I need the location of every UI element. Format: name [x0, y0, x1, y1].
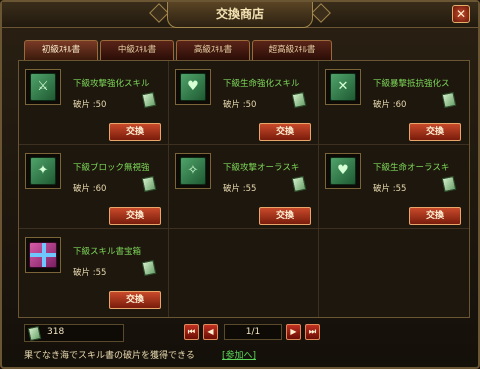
page-indicator: 1/1	[224, 324, 282, 340]
item-icon-frame[interactable]: ♥	[175, 69, 211, 105]
heart-book-icon: ♥	[180, 73, 206, 101]
item-card: ✕ 下級暴撃抵抗強化ス 破片 :60 交換	[319, 61, 469, 145]
item-name: 下級スキル書宝箱	[73, 247, 142, 257]
hint-text: 果てなき海でスキル書の破片を獲得できる	[24, 351, 195, 361]
exchange-button[interactable]: 交換	[409, 207, 461, 225]
exchange-button[interactable]: 交換	[109, 123, 161, 141]
empty-slot	[319, 229, 469, 317]
item-name: 下級ブロック無視強	[73, 163, 150, 173]
item-grid: ⚔ 下級攻撃強化スキル 破片 :50 交換 ♥ 下級生命強化スキル 破片 :50…	[18, 60, 470, 318]
tab-super-advanced[interactable]: 超高級ｽｷﾙ書	[252, 40, 332, 60]
item-name: 下級攻撃強化スキル	[73, 79, 150, 89]
exchange-button[interactable]: 交換	[109, 207, 161, 225]
item-card: ♥ 下級生命オーラスキ 破片 :55 交換	[319, 145, 469, 229]
fragment-cost: 破片 :55	[373, 184, 407, 194]
item-card: ⚔ 下級攻撃強化スキル 破片 :50 交換	[19, 61, 169, 145]
ornament-left-icon	[149, 3, 169, 23]
item-card: ✧ 下級攻撃オーラスキ 破片 :55 交換	[169, 145, 319, 229]
empty-slot	[169, 229, 319, 317]
fragment-cost: 破片 :50	[73, 100, 107, 110]
item-name: 下級生命強化スキル	[223, 79, 300, 89]
title-bar: 交換商店 ✕	[2, 2, 478, 28]
fragment-icon	[141, 175, 157, 193]
ornament-right-icon	[311, 3, 331, 23]
join-link[interactable]: [参加へ]	[222, 348, 256, 361]
item-name: 下級生命オーラスキ	[373, 163, 450, 173]
fragment-icon	[141, 259, 157, 277]
bottom-bar: 318 ⏮ ◀ 1/1 ▶ ⏭	[18, 322, 470, 344]
aura-sword-book-icon: ✧	[180, 157, 206, 185]
item-icon-frame[interactable]: ✧	[175, 153, 211, 189]
fragment-total: 318	[24, 324, 124, 342]
prev-page-button[interactable]: ◀	[203, 324, 218, 340]
fragment-icon	[291, 91, 307, 109]
fragment-cost: 破片 :60	[73, 184, 107, 194]
fragment-cost: 破片 :50	[223, 100, 257, 110]
exchange-button[interactable]: 交換	[109, 291, 161, 309]
exchange-button[interactable]: 交換	[409, 123, 461, 141]
item-icon-frame[interactable]: ⚔	[25, 69, 61, 105]
close-button[interactable]: ✕	[452, 5, 470, 23]
cross-book-icon: ✕	[330, 73, 356, 101]
fragment-icon	[27, 325, 42, 342]
first-page-button[interactable]: ⏮	[184, 324, 199, 340]
item-icon-frame[interactable]: ✕	[325, 69, 361, 105]
fragment-icon	[441, 175, 457, 193]
aura-heart-book-icon: ♥	[330, 157, 356, 185]
fragment-cost: 破片 :55	[73, 268, 107, 278]
item-icon-frame[interactable]: ♥	[325, 153, 361, 189]
item-name: 下級攻撃オーラスキ	[223, 163, 300, 173]
fragment-icon	[291, 175, 307, 193]
next-page-button[interactable]: ▶	[286, 324, 301, 340]
sword-book-icon: ⚔	[30, 73, 56, 101]
fragment-cost: 破片 :60	[373, 100, 407, 110]
tab-beginner[interactable]: 初級ｽｷﾙ書	[24, 40, 98, 60]
item-icon-frame[interactable]: ✦	[25, 153, 61, 189]
fragment-icon	[441, 91, 457, 109]
treasure-box-icon	[29, 242, 57, 268]
window-title: 交換商店	[167, 2, 313, 28]
shield-book-icon: ✦	[30, 157, 56, 185]
item-icon-frame[interactable]	[25, 237, 61, 273]
fragment-cost: 破片 :55	[223, 184, 257, 194]
tab-advanced[interactable]: 高級ｽｷﾙ書	[176, 40, 250, 60]
fragment-total-value: 318	[47, 327, 65, 337]
item-card: ✦ 下級ブロック無視強 破片 :60 交換	[19, 145, 169, 229]
item-card: ♥ 下級生命強化スキル 破片 :50 交換	[169, 61, 319, 145]
tab-intermediate[interactable]: 中級ｽｷﾙ書	[100, 40, 174, 60]
item-card: 下級スキル書宝箱 破片 :55 交換	[19, 229, 169, 317]
exchange-button[interactable]: 交換	[259, 123, 311, 141]
last-page-button[interactable]: ⏭	[305, 324, 320, 340]
item-name: 下級暴撃抵抗強化ス	[373, 79, 450, 89]
exchange-shop-window: 交換商店 ✕ 初級ｽｷﾙ書 中級ｽｷﾙ書 高級ｽｷﾙ書 超高級ｽｷﾙ書 ⚔ 下級…	[0, 0, 480, 369]
exchange-button[interactable]: 交換	[259, 207, 311, 225]
fragment-icon	[141, 91, 157, 109]
